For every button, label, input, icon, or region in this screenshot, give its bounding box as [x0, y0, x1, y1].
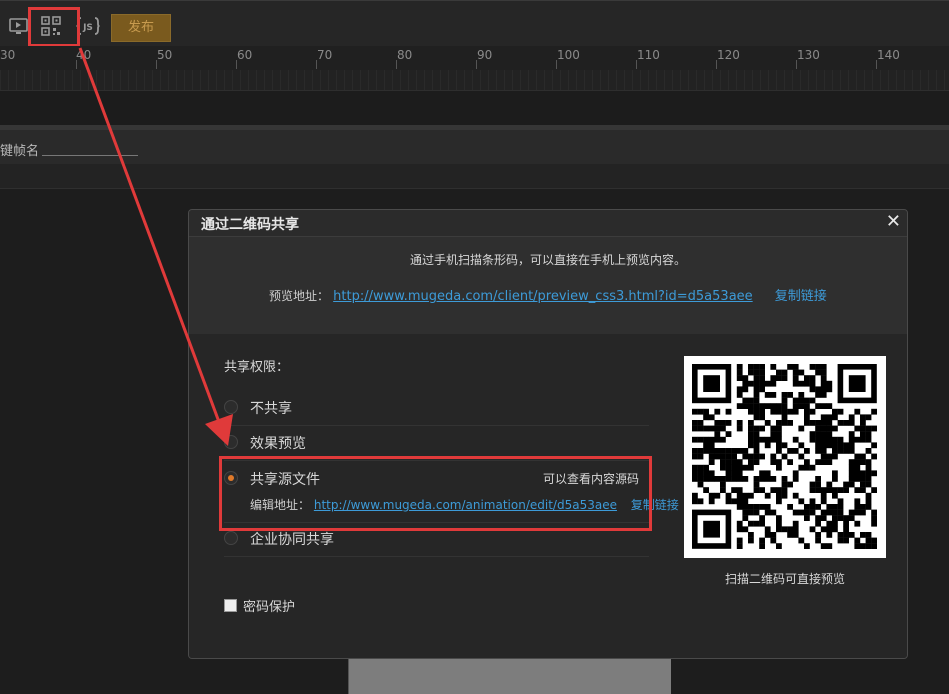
keyframe-name-input[interactable]: [42, 155, 138, 156]
ruler-tick: [556, 60, 557, 69]
timeline-area: [0, 91, 949, 125]
dialog-header: 通过二维码共享 ✕: [189, 210, 907, 237]
stage-canvas: [348, 658, 671, 694]
share-option-label: 不共享: [250, 401, 292, 417]
qr-code-graphic: [692, 364, 877, 549]
ruler-tick-label: 100: [557, 48, 580, 62]
ruler-tick-label: 130: [797, 48, 820, 62]
ruler-tick-label: 140: [877, 48, 900, 62]
preview-section: 通过手机扫描条形码，可以直接在手机上预览内容。 预览地址： http://www…: [189, 237, 907, 334]
ruler-tick: [796, 60, 797, 69]
dialog-title: 通过二维码共享: [201, 217, 299, 233]
radio-button[interactable]: [224, 400, 238, 414]
password-checkbox[interactable]: [224, 599, 237, 612]
preview-address-label: 预览地址：: [269, 289, 330, 303]
ruler-tick-label: 90: [477, 48, 493, 62]
share-permission-label: 共享权限：: [224, 360, 290, 375]
preview-url-link[interactable]: http://www.mugeda.com/client/preview_css…: [333, 289, 753, 304]
annotation-highlight-option: [219, 456, 652, 531]
close-icon[interactable]: ✕: [886, 211, 901, 232]
ruler-tick-label: 60: [237, 48, 253, 62]
ruler-tick: [236, 60, 237, 69]
ruler-tick: [396, 60, 397, 69]
qrcode-share-dialog: 通过二维码共享 ✕ 通过手机扫描条形码，可以直接在手机上预览内容。 预览地址： …: [188, 209, 908, 659]
radio-button[interactable]: [224, 435, 238, 449]
js-label: JS: [82, 23, 93, 33]
radio-button[interactable]: [224, 531, 238, 545]
publish-button[interactable]: 发布: [111, 14, 171, 42]
share-permission-section: 共享权限： 不共享 效果预览 共享源文件 可以查看内容源码 编辑地址： http…: [189, 334, 907, 658]
share-option-label: 效果预览: [250, 436, 306, 452]
timeline-ruler: 30 40 50 60 70 80 90 100 110 120 130 140: [0, 46, 949, 71]
qr-code-image: [684, 356, 886, 558]
preview-icon[interactable]: [8, 15, 30, 37]
ruler-tick: [156, 60, 157, 69]
ruler-tick: [716, 60, 717, 69]
ruler-tick-label: 110: [637, 48, 660, 62]
ruler-tick: [476, 60, 477, 69]
ruler-tick: [636, 60, 637, 69]
copy-preview-link-button[interactable]: 复制链接: [775, 289, 827, 304]
ruler-tick: [316, 60, 317, 69]
top-toolbar: JS 发布: [0, 0, 949, 46]
share-option-label: 企业协同共享: [250, 532, 334, 548]
share-option-none[interactable]: 不共享: [224, 391, 649, 426]
ruler-tick: [76, 60, 77, 69]
ruler-tick-label: 50: [157, 48, 173, 62]
ruler-tick-label: 70: [317, 48, 333, 62]
qr-caption: 扫描二维码可直接预览: [724, 572, 845, 586]
instruction-text: 通过手机扫描条形码，可以直接在手机上预览内容。: [409, 253, 686, 267]
stage-header: [0, 164, 949, 189]
ruler-tick-label: 80: [397, 48, 413, 62]
password-label: 密码保护: [243, 600, 296, 615]
ruler-tick-label: 40: [76, 48, 92, 62]
ruler-tick: [876, 60, 877, 69]
ruler-tick-label: 30: [0, 48, 16, 62]
timeline-track[interactable]: [0, 70, 949, 91]
keyframe-bar: 键帧名: [0, 130, 949, 165]
annotation-highlight-qrcode: [28, 7, 80, 47]
keyframe-name-label: 键帧名: [0, 144, 40, 159]
password-protect-row[interactable]: 密码保护: [224, 596, 295, 615]
ruler-tick-label: 120: [717, 48, 740, 62]
preview-address-row: 预览地址： http://www.mugeda.com/client/previ…: [269, 285, 827, 304]
